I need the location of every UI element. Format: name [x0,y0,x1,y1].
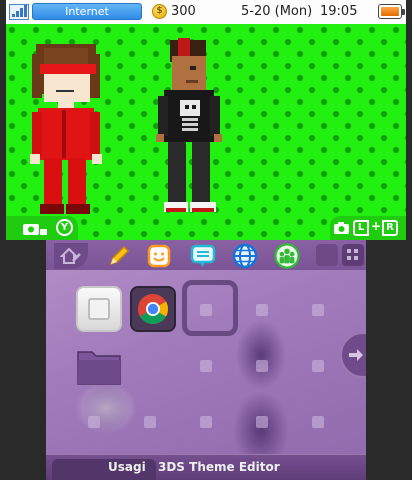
theme-title: 3DS Theme Editor [158,460,280,474]
theme-info-bar: Usagi 3DS Theme Editor [46,454,366,480]
pencil-button[interactable] [106,243,132,269]
grid-icon [347,249,358,260]
selected-slot-frame[interactable] [182,280,238,336]
theme-author: Usagi [108,460,146,474]
miiverse-face-icon [147,244,171,268]
date-label: 5-20 (Mon) [241,4,313,19]
red-character-sprite [30,44,102,214]
empty-slot [256,304,268,316]
home-toolbar [46,240,366,270]
l-button-icon: L [353,220,369,236]
skeleton-hoodie-character-sprite [156,38,222,212]
friends-button[interactable] [274,243,300,269]
single-row-layout-button[interactable] [316,244,338,266]
play-coin-count: 300 [171,4,196,19]
notifications-button[interactable] [190,243,216,269]
folder-icon [77,351,121,385]
coin-icon: $ [152,4,167,19]
connection-status: Internet [32,3,142,20]
folder-app[interactable] [76,342,122,388]
empty-slot [88,416,100,428]
time-label: 19:05 [320,4,358,19]
bottom-screen: Usagi 3DS Theme Editor [46,240,366,480]
status-bar: Internet $ 300 5-20 (Mon) 19:05 [6,0,406,24]
camera-hint-right: L + R [330,216,406,240]
blank-card-icon [88,298,110,320]
empty-slot [200,360,212,372]
browser-app[interactable] [130,286,176,332]
top-screen: Internet $ 300 5-20 (Mon) 19:05 Y L + R [6,0,406,240]
empty-slot [312,304,324,316]
arrow-right-icon [349,349,363,361]
empty-slot [256,360,268,372]
camera-hint-left: Y [6,216,78,240]
friends-icon [274,243,300,269]
home-settings-icon [60,247,81,264]
notifications-icon [190,244,216,267]
chrome-icon [137,294,169,325]
scroll-right-button[interactable] [340,332,366,378]
empty-slot [312,416,324,428]
layout-toggle-group [314,240,366,270]
empty-slot [144,416,156,428]
y-button-icon: Y [56,219,73,236]
miiverse-button[interactable] [146,243,172,269]
empty-slot [256,416,268,428]
pencil-icon [109,245,130,266]
internet-browser-button[interactable] [232,243,258,269]
grid-layout-button[interactable] [342,244,364,266]
r-button-icon: R [382,220,398,236]
empty-slot [200,416,212,428]
battery-icon [378,4,405,19]
empty-slot [312,360,324,372]
signal-icon [9,4,29,20]
plus-label: + [371,219,382,233]
internet-browser-icon [232,243,258,269]
camera-icon [23,224,47,235]
blank-card-slot[interactable] [76,286,122,332]
home-settings-button[interactable] [54,243,88,269]
camera-icon [334,222,349,234]
